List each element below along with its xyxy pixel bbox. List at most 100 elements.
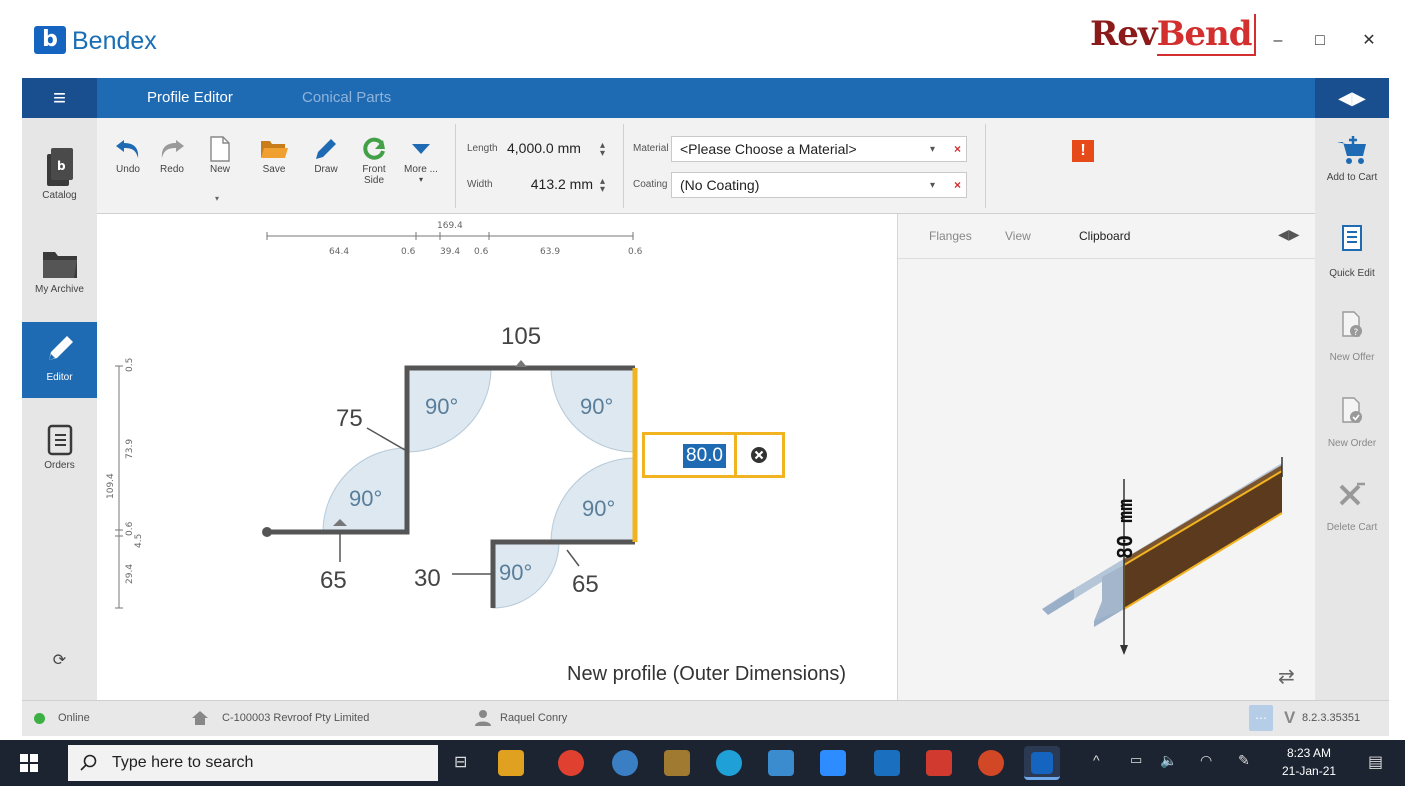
flange-label[interactable]: 75 bbox=[336, 405, 363, 432]
windows-start-icon[interactable] bbox=[20, 754, 38, 772]
flange-label[interactable]: 30 bbox=[414, 565, 441, 592]
front-side-button[interactable]: Front Side bbox=[353, 134, 395, 186]
store-icon[interactable] bbox=[768, 750, 794, 776]
close-circle-icon[interactable] bbox=[749, 445, 769, 465]
sidebar-item-orders[interactable]: Orders bbox=[22, 418, 97, 488]
vertical-dimension-total: 109.4 bbox=[106, 473, 116, 499]
sidebar-item-editor[interactable]: Editor bbox=[22, 322, 97, 398]
tab-flanges[interactable]: Flanges bbox=[929, 229, 972, 243]
material-dropdown-arrow[interactable]: ▾ bbox=[930, 144, 935, 155]
maximize-button[interactable]: □ bbox=[1305, 30, 1335, 52]
task-view-icon[interactable]: ⊟ bbox=[454, 752, 467, 772]
outlook-icon[interactable] bbox=[874, 750, 900, 776]
tab-clipboard[interactable]: Clipboard bbox=[1079, 229, 1130, 243]
width-spinner[interactable]: ▴ ▾ bbox=[600, 177, 605, 195]
file-explorer-icon[interactable] bbox=[498, 750, 524, 776]
title-bar: b Bendex RevBend – □ ✕ bbox=[0, 0, 1405, 78]
redo-icon bbox=[161, 140, 184, 158]
powerpoint-icon[interactable] bbox=[978, 750, 1004, 776]
angle-label[interactable]: 90° bbox=[425, 394, 458, 419]
material-clear-icon[interactable]: × bbox=[954, 142, 961, 156]
tab-conical-parts[interactable]: Conical Parts bbox=[302, 78, 391, 118]
user-name: Raquel Conry bbox=[500, 712, 568, 724]
flange-label[interactable]: 65 bbox=[320, 567, 347, 594]
length-label: Length bbox=[467, 143, 498, 154]
chat-icon[interactable]: ⋯ bbox=[1249, 705, 1273, 731]
edge-icon[interactable] bbox=[716, 750, 742, 776]
cart-icon bbox=[1337, 136, 1366, 164]
app-icon[interactable] bbox=[664, 750, 690, 776]
hamburger-icon[interactable]: ≡ bbox=[22, 78, 97, 118]
quick-edit-button[interactable]: Quick Edit bbox=[1315, 224, 1389, 284]
angle-label[interactable]: 90° bbox=[580, 394, 613, 419]
browser-icon[interactable] bbox=[612, 750, 638, 776]
tray-chevron-icon[interactable]: ^ bbox=[1093, 752, 1100, 768]
angle-label[interactable]: 90° bbox=[582, 496, 615, 521]
pen-icon[interactable]: ✎ bbox=[1238, 752, 1250, 769]
sync-icon[interactable]: ⟳ bbox=[22, 650, 97, 674]
close-button[interactable]: ✕ bbox=[1354, 30, 1384, 52]
add-to-cart-button[interactable]: Add to Cart bbox=[1315, 134, 1389, 210]
dimension-segment: 63.9 bbox=[540, 247, 560, 257]
taskbar-search-input[interactable]: Type here to search bbox=[68, 745, 438, 781]
sidebar-item-my-archive[interactable]: My Archive bbox=[22, 238, 97, 314]
folder-icon bbox=[42, 252, 77, 278]
delete-cart-button[interactable]: Delete Cart bbox=[1315, 480, 1389, 540]
save-button[interactable]: Save bbox=[253, 134, 295, 175]
tab-view[interactable]: View bbox=[1005, 229, 1031, 243]
more-button[interactable]: More ... ▾ bbox=[400, 134, 442, 184]
new-button[interactable]: New bbox=[199, 134, 241, 175]
coating-clear-icon[interactable]: × bbox=[954, 178, 961, 192]
draw-button[interactable]: Draw bbox=[305, 134, 347, 175]
angle-label[interactable]: 90° bbox=[499, 560, 532, 585]
material-select[interactable]: <Please Choose a Material> bbox=[671, 136, 967, 162]
new-offer-button[interactable]: ? New Offer bbox=[1315, 310, 1389, 370]
minimize-button[interactable]: – bbox=[1263, 30, 1293, 52]
redo-button[interactable]: Redo bbox=[151, 134, 193, 175]
swap-arrows-icon[interactable]: ⇄ bbox=[1278, 664, 1295, 689]
folder-open-icon bbox=[261, 141, 288, 158]
coating-label: Coating bbox=[633, 179, 668, 190]
app-title: Bendex bbox=[72, 27, 157, 55]
chevron-down-icon bbox=[412, 144, 430, 154]
document-icon bbox=[1342, 225, 1362, 251]
sidebar-item-catalog[interactable]: b Catalog bbox=[22, 140, 97, 216]
coating-select[interactable]: (No Coating) bbox=[671, 172, 967, 198]
new-order-button[interactable]: New Order bbox=[1315, 396, 1389, 456]
separator bbox=[455, 124, 456, 208]
company-name: C-100003 Revroof Pty Limited bbox=[222, 712, 370, 724]
flange-label[interactable]: 105 bbox=[501, 323, 541, 350]
battery-icon[interactable]: ▭ bbox=[1130, 752, 1142, 768]
dimension-total: 169.4 bbox=[437, 221, 463, 231]
undo-button[interactable]: Undo bbox=[107, 134, 149, 175]
angle-label[interactable]: 90° bbox=[349, 486, 382, 511]
toolbar: Undo Redo New Save Draw Front Side More … bbox=[97, 118, 1315, 214]
new-dropdown-caret[interactable]: ▾ bbox=[215, 194, 219, 203]
dimension-label-3d: 80 mm bbox=[1113, 499, 1137, 559]
3d-preview[interactable]: 80 mm bbox=[898, 259, 1316, 699]
catalog-icon: b bbox=[46, 148, 73, 186]
flange-label[interactable]: 65 bbox=[572, 571, 599, 598]
collapse-toggle-icon[interactable]: ◀▶ bbox=[1315, 78, 1389, 118]
profile-canvas[interactable]: 169.4 64.4 0.6 39.4 0.6 63.9 0.6 109.4 0… bbox=[97, 214, 897, 700]
sidebar-item-label: Editor bbox=[46, 372, 73, 383]
acrobat-icon[interactable] bbox=[926, 750, 952, 776]
panel-collapse-icon[interactable]: ◀▶ bbox=[1278, 226, 1300, 243]
notification-icon[interactable]: ▤ bbox=[1368, 752, 1383, 772]
tab-profile-editor[interactable]: Profile Editor bbox=[147, 78, 233, 118]
width-label: Width bbox=[467, 179, 493, 190]
coating-dropdown-arrow[interactable]: ▾ bbox=[930, 180, 935, 191]
online-status-dot bbox=[34, 713, 45, 724]
volume-icon[interactable]: 🔈 bbox=[1160, 752, 1177, 769]
pencil-icon bbox=[316, 139, 336, 159]
length-spinner[interactable]: ▴ ▾ bbox=[600, 141, 605, 159]
taskbar-clock[interactable]: 8:23 AM 21-Jan-21 bbox=[1282, 744, 1336, 780]
flange-length-input[interactable]: 80.0 bbox=[683, 444, 726, 468]
separator bbox=[623, 124, 624, 208]
wifi-icon[interactable]: ◠ bbox=[1200, 752, 1212, 769]
sidebar-item-label: My Archive bbox=[35, 284, 84, 295]
sidebar-item-label: Orders bbox=[44, 460, 75, 471]
zoom-icon[interactable] bbox=[820, 750, 846, 776]
chrome-icon[interactable] bbox=[558, 750, 584, 776]
undo-icon bbox=[116, 140, 139, 158]
